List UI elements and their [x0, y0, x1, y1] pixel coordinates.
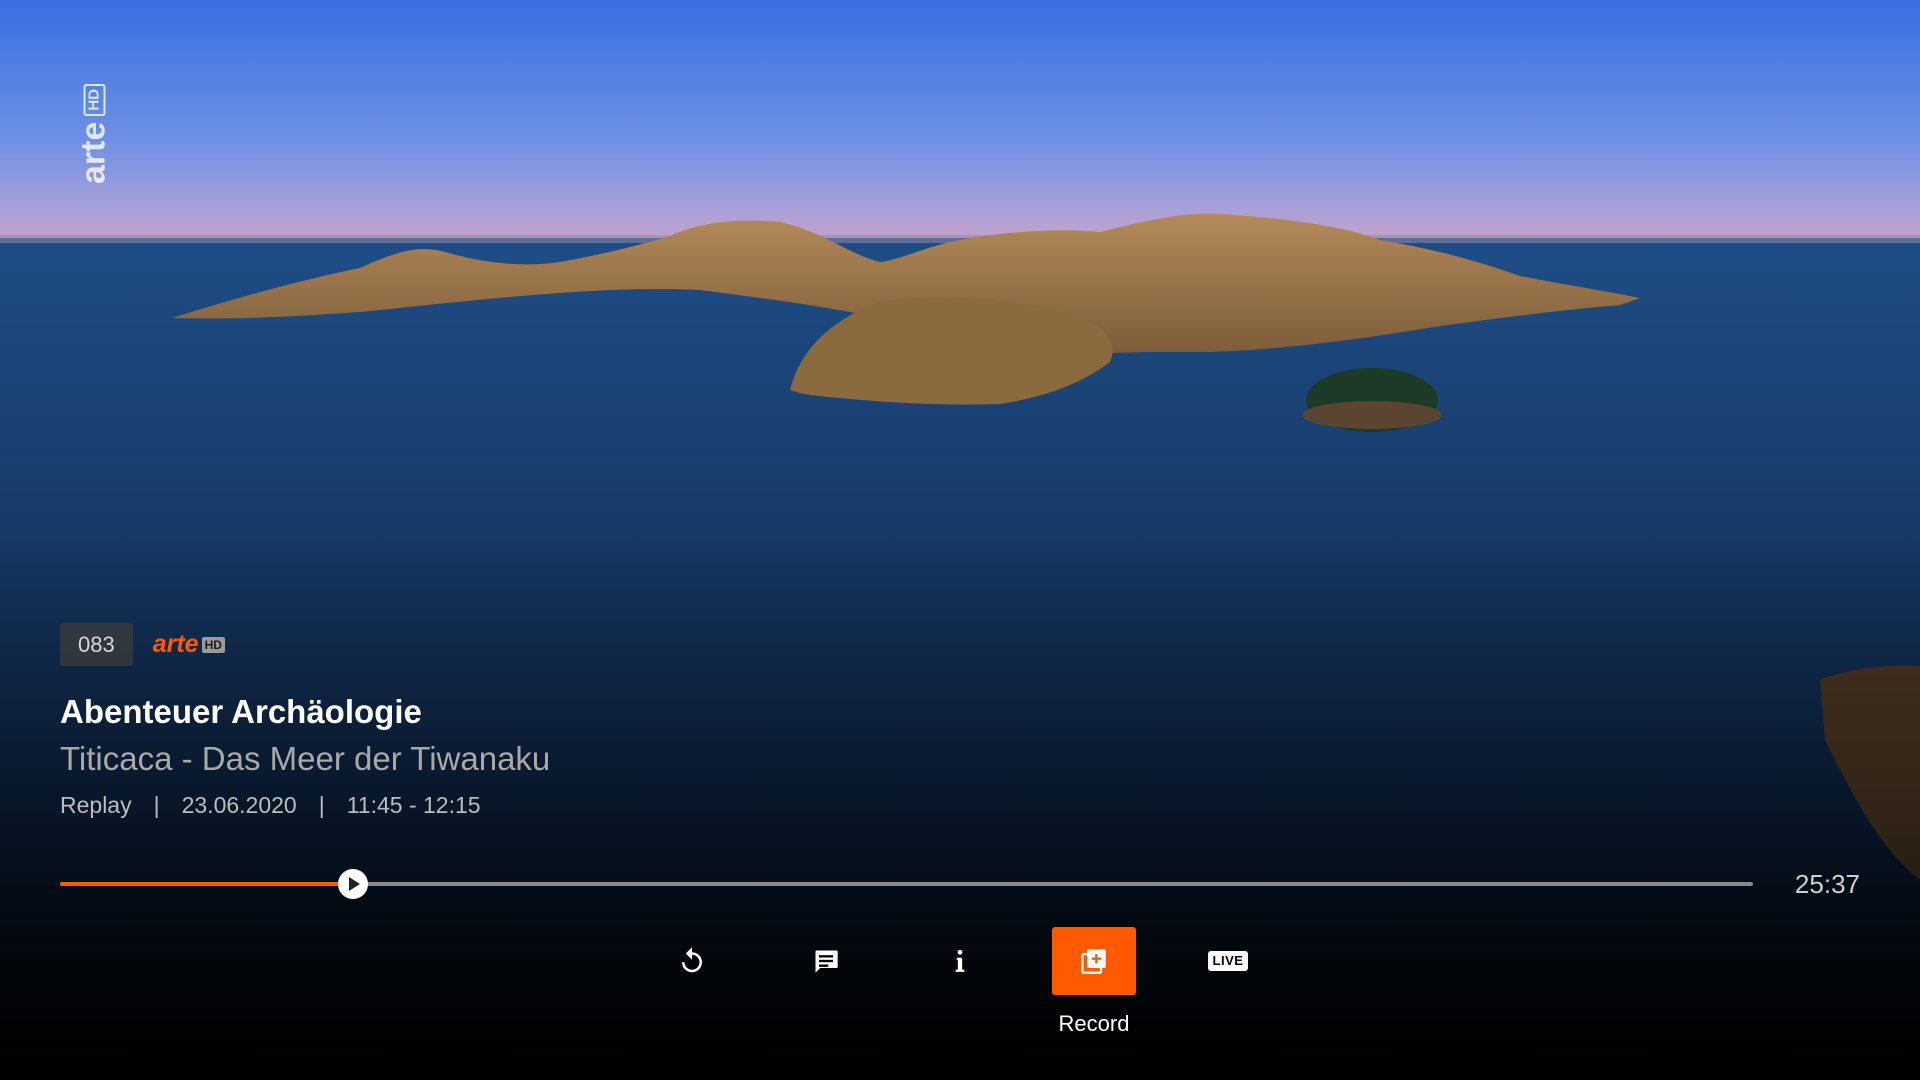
- meta-separator: |: [153, 792, 160, 818]
- control-bar: LIVE: [0, 927, 1920, 997]
- watermark-logo-text: arte: [74, 121, 113, 185]
- program-info: 083 arte HD Abenteuer Archäologie Titica…: [60, 623, 550, 818]
- info-button[interactable]: [918, 927, 1002, 995]
- episode-title: Titicaca - Das Meer der Tiwanaku: [60, 740, 551, 777]
- watermark-hd-badge: HD: [83, 83, 105, 116]
- program-meta: Replay | 23.06.2020 | 11:45 - 12:15: [60, 792, 550, 818]
- channel-number: 083: [60, 623, 133, 666]
- video-scene: [0, 0, 1920, 1080]
- seek-progress-fill: [60, 882, 353, 886]
- record-label: Record: [1058, 1011, 1130, 1036]
- record-icon: [1081, 949, 1106, 974]
- play-icon: [348, 877, 360, 891]
- subtitles-icon: [815, 950, 838, 973]
- live-icon: LIVE: [1207, 951, 1249, 971]
- info-icon: [955, 949, 965, 972]
- tv-player-screen: arte HD 083 arte HD Abenteuer Archäologi…: [0, 0, 1920, 1080]
- record-button[interactable]: [1052, 927, 1136, 995]
- channel-logo: arte HD: [153, 630, 225, 659]
- video-frame: [0, 0, 1920, 1080]
- live-button[interactable]: LIVE: [1186, 927, 1270, 995]
- channel-row: 083 arte HD: [60, 623, 550, 666]
- replay-icon: [682, 947, 702, 973]
- playback-mode: Replay: [60, 792, 132, 818]
- broadcast-date: 23.06.2020: [181, 792, 297, 818]
- channel-hd-badge: HD: [201, 636, 225, 653]
- meta-separator: |: [318, 792, 325, 818]
- channel-watermark: arte HD: [74, 83, 114, 185]
- replay-button[interactable]: [650, 927, 734, 995]
- subtitles-button[interactable]: [784, 927, 868, 995]
- broadcast-time: 11:45 - 12:15: [346, 792, 481, 818]
- program-title: Abenteuer Archäologie: [60, 693, 422, 730]
- seek-bar[interactable]: [60, 869, 1753, 899]
- channel-logo-text: arte: [152, 630, 199, 658]
- duration-label: 25:37: [1794, 869, 1860, 899]
- seek-thumb[interactable]: [337, 869, 368, 899]
